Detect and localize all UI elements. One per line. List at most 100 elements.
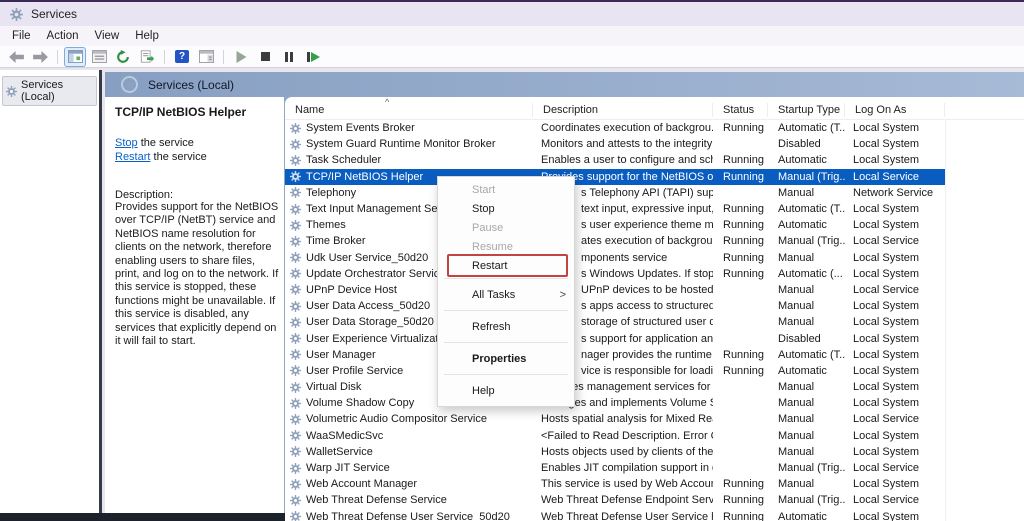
service-log-on-as: Local System <box>845 219 945 231</box>
table-row[interactable]: Web Threat Defense Service Web Threat De… <box>285 492 945 508</box>
service-log-on-as: Local System <box>845 397 945 409</box>
service-description: Hosts objects used by clients of the ... <box>533 446 713 458</box>
service-log-on-as: Local System <box>845 478 945 490</box>
table-row[interactable]: Web Threat Defense User Service_50d20 We… <box>285 509 945 521</box>
table-row[interactable]: UPnP Device Host UPnP devices to be host… <box>285 282 945 298</box>
service-log-on-as: Local System <box>845 365 945 377</box>
service-gear-icon <box>290 382 301 393</box>
menu-item-stop[interactable]: Stop <box>438 199 574 218</box>
service-gear-icon <box>290 463 301 474</box>
service-name: Volumetric Audio Compositor Service <box>306 413 487 425</box>
export-list-icon[interactable] <box>137 48 157 66</box>
table-row[interactable]: System Events Broker Coordinates executi… <box>285 120 945 136</box>
table-row[interactable]: Udk User Service_50d20 mponents service … <box>285 250 945 266</box>
table-row[interactable]: TCP/IP NetBIOS Helper Provides support f… <box>285 169 945 185</box>
services-gear-icon <box>6 86 17 97</box>
table-row[interactable]: Volumetric Audio Compositor Service Host… <box>285 411 945 427</box>
menu-item-properties[interactable]: Properties <box>438 346 574 371</box>
service-log-on-as: Local System <box>845 333 945 345</box>
context-menu: StartStopPauseResumeRestartAll Tasks>Ref… <box>437 176 575 407</box>
menu-item-pause[interactable]: Pause <box>438 218 574 237</box>
table-row[interactable]: Volume Shadow Copy Manages and implement… <box>285 395 945 411</box>
menu-view[interactable]: View <box>87 28 128 44</box>
service-gear-icon <box>290 430 301 441</box>
pause-service-icon[interactable] <box>279 48 299 66</box>
menu-action[interactable]: Action <box>39 28 87 44</box>
restart-service-link[interactable]: Restart <box>115 151 150 163</box>
refresh-icon[interactable] <box>113 48 133 66</box>
column-header-log-on-as[interactable]: Log On As <box>845 103 945 117</box>
service-name: User Profile Service <box>306 365 403 377</box>
table-row[interactable]: WalletService Hosts objects used by clie… <box>285 444 945 460</box>
table-row[interactable]: Themes s user experience theme ma... Run… <box>285 217 945 233</box>
service-description: Web Threat Defense Endpoint Servic... <box>533 494 713 506</box>
table-row[interactable]: System Guard Runtime Monitor Broker Moni… <box>285 136 945 152</box>
menu-separator <box>444 374 568 375</box>
table-row[interactable]: WaaSMedicSvc <Failed to Read Description… <box>285 428 945 444</box>
stop-service-icon[interactable] <box>255 48 275 66</box>
stop-service-link[interactable]: Stop <box>115 137 138 149</box>
table-row[interactable]: User Data Storage_50d20 storage of struc… <box>285 314 945 330</box>
service-name: Themes <box>306 219 346 231</box>
show-action-pane-icon[interactable] <box>196 48 216 66</box>
show-console-tree-icon[interactable] <box>65 48 85 66</box>
service-gear-icon <box>290 204 301 215</box>
table-row[interactable]: Web Account Manager This service is used… <box>285 476 945 492</box>
column-header-description[interactable]: Description <box>533 103 713 117</box>
service-log-on-as: Local Service <box>845 235 945 247</box>
service-gear-icon <box>290 139 301 150</box>
column-header-name[interactable]: Name <box>285 103 533 117</box>
service-log-on-as: Local System <box>845 122 945 134</box>
service-description: This service is used by Web Account... <box>533 478 713 490</box>
menu-file[interactable]: File <box>4 28 39 44</box>
service-gear-icon <box>290 171 301 182</box>
table-row[interactable]: Task Scheduler Enables a user to configu… <box>285 152 945 168</box>
menu-item-start[interactable]: Start <box>438 180 574 199</box>
service-log-on-as: Local System <box>845 300 945 312</box>
menu-item-refresh[interactable]: Refresh <box>438 314 574 339</box>
service-startup-type: Automatic <box>768 511 845 521</box>
table-row[interactable]: Update Orchestrator Service s Windows Up… <box>285 266 945 282</box>
start-service-icon[interactable] <box>231 48 251 66</box>
table-row[interactable]: Virtual Disk Provides management service… <box>285 379 945 395</box>
restart-service-icon[interactable] <box>303 48 323 66</box>
table-row[interactable]: Warp JIT Service Enables JIT compilation… <box>285 460 945 476</box>
properties-window-icon[interactable] <box>89 48 109 66</box>
column-header-startup-type[interactable]: Startup Type <box>768 103 845 117</box>
service-startup-type: Manual <box>768 397 845 409</box>
menu-item-help[interactable]: Help <box>438 378 574 403</box>
service-startup-type: Disabled <box>768 138 845 150</box>
table-row[interactable]: User Profile Service vice is responsible… <box>285 363 945 379</box>
menu-help[interactable]: Help <box>127 28 167 44</box>
table-row[interactable]: User Experience Virtualization s support… <box>285 330 945 346</box>
description-heading: Description: <box>115 189 276 201</box>
forward-arrow-icon[interactable] <box>30 48 50 66</box>
service-startup-type: Automatic (T... <box>768 349 845 361</box>
service-startup-type: Automatic <box>768 154 845 166</box>
service-name: Udk User Service_50d20 <box>306 252 428 264</box>
service-startup-type: Automatic (T... <box>768 203 845 215</box>
column-header-status[interactable]: Status <box>713 103 768 117</box>
menu-separator <box>444 278 568 279</box>
service-status: Running <box>713 478 768 490</box>
help-icon[interactable]: ? <box>172 48 192 66</box>
table-row[interactable]: Telephony s Telephony API (TAPI) supp...… <box>285 185 945 201</box>
table-row[interactable]: User Manager nager provides the runtime … <box>285 347 945 363</box>
menu-item-all-tasks[interactable]: All Tasks> <box>438 282 574 307</box>
service-gear-icon <box>290 220 301 231</box>
service-startup-type: Manual <box>768 446 845 458</box>
description-text: Provides support for the NetBIOS over TC… <box>115 201 279 348</box>
menu-item-label: Pause <box>472 222 503 234</box>
service-gear-icon <box>290 252 301 263</box>
table-row[interactable]: Time Broker ates execution of backgrou..… <box>285 233 945 249</box>
table-row[interactable]: User Data Access_50d20 s apps access to … <box>285 298 945 314</box>
service-log-on-as: Local Service <box>845 171 945 183</box>
bottom-dark-strip <box>0 513 285 521</box>
service-log-on-as: Local System <box>845 268 945 280</box>
tree-item-services-local[interactable]: Services (Local) <box>2 76 97 106</box>
service-status: Running <box>713 252 768 264</box>
back-arrow-icon[interactable] <box>6 48 26 66</box>
menu-item-restart[interactable]: Restart <box>438 256 574 275</box>
table-row[interactable]: Text Input Management Service text input… <box>285 201 945 217</box>
menu-item-label: Start <box>472 184 495 196</box>
